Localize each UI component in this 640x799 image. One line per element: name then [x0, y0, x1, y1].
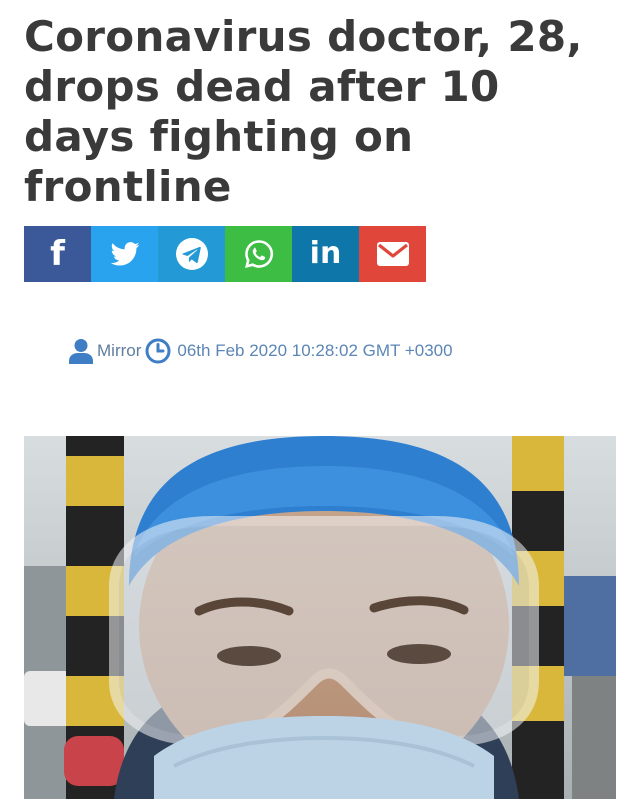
author-name[interactable]: Mirror: [97, 341, 141, 361]
share-twitter-button[interactable]: [91, 226, 158, 282]
share-bar: f in: [24, 226, 426, 282]
twitter-bird-icon: [110, 242, 140, 266]
article-headline: Coronavirus doctor, 28, drops dead after…: [24, 12, 583, 211]
publish-timestamp: 06th Feb 2020 10:28:02 GMT +0300: [177, 341, 453, 360]
whatsapp-phone-icon: [243, 238, 275, 270]
linkedin-icon: in: [309, 236, 342, 271]
telegram-plane-icon: [175, 237, 209, 271]
share-facebook-button[interactable]: f: [24, 226, 91, 282]
share-whatsapp-button[interactable]: [225, 226, 292, 282]
article-photo: [24, 436, 616, 799]
envelope-icon: [376, 241, 410, 267]
share-linkedin-button[interactable]: in: [292, 226, 359, 282]
facebook-icon: f: [50, 234, 65, 274]
share-telegram-button[interactable]: [158, 226, 225, 282]
share-email-button[interactable]: [359, 226, 426, 282]
clock-icon: [145, 338, 171, 364]
article-meta: Mirror 06th Feb 2020 10:28:02 GMT +0300: [68, 336, 453, 366]
user-icon: [68, 338, 94, 364]
